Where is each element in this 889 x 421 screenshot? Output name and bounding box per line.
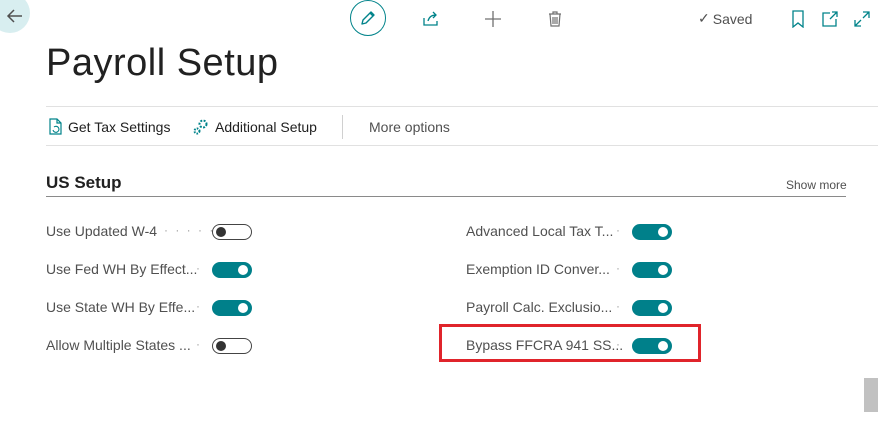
field-dots: · — [616, 299, 622, 313]
toggle-use-state-wh[interactable] — [212, 300, 252, 316]
toggle-exemption-id-conversion[interactable] — [632, 262, 672, 278]
toggle-knob — [216, 226, 226, 237]
share-icon — [423, 11, 438, 26]
field-label: Use State WH By Effe... — [46, 299, 196, 315]
field-label: Advanced Local Tax T... — [466, 223, 614, 239]
additional-setup-label: Additional Setup — [215, 119, 317, 135]
divider — [46, 145, 878, 146]
divider — [46, 106, 878, 107]
additional-setup-action[interactable]: Additional Setup — [192, 118, 317, 136]
field-allow-multiple-states: Allow Multiple States ... · — [46, 337, 256, 355]
field-label: Payroll Calc. Exclusio... — [466, 299, 613, 315]
share-button[interactable] — [419, 7, 443, 31]
toggle-knob — [658, 302, 668, 313]
more-options-button[interactable]: More options — [369, 119, 450, 135]
edit-button[interactable] — [350, 0, 386, 36]
back-button[interactable] — [0, 0, 30, 33]
delete-button[interactable] — [543, 7, 567, 31]
field-exemption-id-conversion: Exemption ID Conver... · — [466, 261, 676, 279]
open-new-window-button[interactable] — [818, 7, 842, 31]
saved-label: Saved — [712, 10, 753, 27]
toggle-knob — [216, 340, 226, 351]
toggle-use-updated-w4[interactable] — [212, 224, 252, 240]
bookmark-icon — [792, 10, 804, 28]
highlight-box — [439, 324, 701, 362]
action-separator — [342, 115, 343, 139]
bookmark-button[interactable] — [786, 7, 810, 31]
show-more-link[interactable]: Show more — [786, 178, 847, 192]
gears-icon — [193, 119, 208, 135]
expand-button[interactable] — [850, 7, 874, 31]
saved-status: ✓ Saved — [698, 10, 752, 27]
trash-icon — [549, 11, 561, 27]
field-label: Allow Multiple States ... — [46, 337, 191, 353]
toggle-advanced-local-tax[interactable] — [632, 224, 672, 240]
field-dots: · — [196, 299, 202, 313]
toggle-knob — [238, 302, 248, 313]
field-advanced-local-tax: Advanced Local Tax T... · — [466, 223, 676, 241]
open-in-new-icon — [822, 11, 838, 27]
field-dots: · — [616, 223, 622, 237]
field-label: Exemption ID Conver... — [466, 261, 610, 277]
toggle-payroll-calc-exclusion[interactable] — [632, 300, 672, 316]
section-divider — [46, 196, 846, 197]
field-dots: · — [616, 261, 622, 275]
field-label: Use Fed WH By Effect... — [46, 261, 198, 277]
section-title[interactable]: US Setup — [46, 173, 122, 193]
expand-icon — [854, 11, 870, 27]
field-dots: · — [196, 261, 202, 275]
document-refresh-icon — [49, 118, 62, 135]
field-dots: · — [196, 337, 202, 351]
toggle-allow-multiple-states[interactable] — [212, 338, 252, 354]
field-use-state-wh: Use State WH By Effe... · — [46, 299, 256, 317]
new-button[interactable] — [481, 7, 505, 31]
field-label: Use Updated W-4 — [46, 223, 158, 239]
field-use-fed-wh: Use Fed WH By Effect... · — [46, 261, 256, 279]
get-tax-settings-label: Get Tax Settings — [68, 119, 171, 135]
toggle-knob — [658, 264, 668, 275]
toggle-use-fed-wh[interactable] — [212, 262, 252, 278]
arrow-left-icon — [6, 9, 22, 23]
get-tax-settings-action[interactable]: Get Tax Settings — [47, 118, 170, 136]
page-title: Payroll Setup — [46, 42, 279, 84]
field-use-updated-w4: Use Updated W-4 · · · · · · — [46, 223, 256, 241]
field-payroll-calc-exclusion: Payroll Calc. Exclusio... · — [466, 299, 676, 317]
scrollbar-thumb[interactable] — [864, 378, 878, 412]
pencil-icon — [361, 11, 375, 25]
toggle-knob — [658, 226, 668, 237]
toggle-knob — [238, 264, 248, 275]
check-icon: ✓ — [698, 10, 710, 26]
plus-icon — [485, 11, 501, 27]
